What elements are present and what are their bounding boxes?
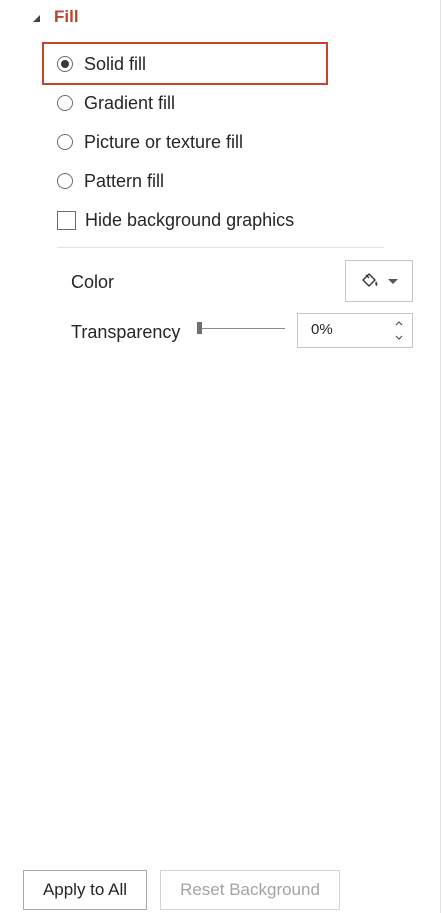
- transparency-label: Transparency: [71, 322, 181, 342]
- fill-section-header[interactable]: Fill: [33, 7, 79, 27]
- color-picker-button[interactable]: [345, 260, 413, 302]
- collapse-triangle-icon[interactable]: [33, 14, 40, 22]
- gradient-fill-radio[interactable]: [57, 95, 73, 111]
- pattern-fill-radio[interactable]: [57, 173, 73, 189]
- transparency-slider-thumb[interactable]: [197, 322, 202, 334]
- pattern-fill-option[interactable]: Pattern fill: [57, 166, 164, 196]
- gradient-fill-label: Gradient fill: [84, 92, 176, 113]
- transparency-value[interactable]: 0%: [311, 321, 333, 338]
- reset-background-button[interactable]: Reset Background: [160, 870, 340, 910]
- picture-fill-label: Picture or texture fill: [84, 131, 244, 152]
- spin-down-icon[interactable]: [394, 333, 404, 343]
- apply-to-all-button[interactable]: Apply to All: [23, 870, 147, 910]
- section-title: Fill: [54, 7, 79, 26]
- transparency-spinner[interactable]: 0%: [297, 313, 413, 348]
- solid-fill-radio[interactable]: [57, 56, 73, 72]
- picture-fill-option[interactable]: Picture or texture fill: [57, 127, 243, 157]
- gradient-fill-option[interactable]: Gradient fill: [57, 88, 175, 118]
- divider: [57, 247, 384, 248]
- solid-fill-option[interactable]: Solid fill: [57, 49, 146, 79]
- chevron-down-icon: [388, 278, 398, 284]
- paint-bucket-icon: [360, 272, 380, 290]
- color-label: Color: [71, 272, 115, 292]
- solid-fill-label: Solid fill: [84, 53, 147, 74]
- picture-fill-radio[interactable]: [57, 134, 73, 150]
- pattern-fill-label: Pattern fill: [84, 170, 165, 191]
- transparency-slider-track[interactable]: [199, 328, 285, 329]
- hide-background-option[interactable]: Hide background graphics: [57, 205, 294, 235]
- hide-background-label: Hide background graphics: [85, 209, 295, 230]
- spin-up-icon[interactable]: [394, 318, 404, 328]
- hide-background-checkbox[interactable]: [57, 210, 76, 230]
- panel-edge: [440, 0, 441, 913]
